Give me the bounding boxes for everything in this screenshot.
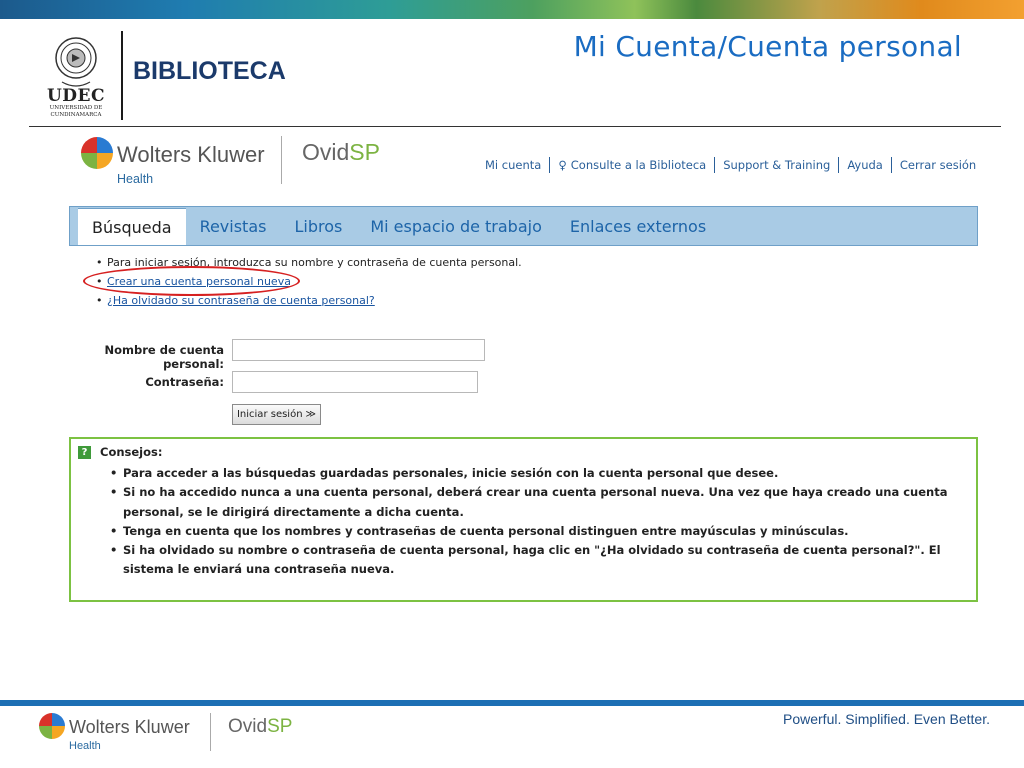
ask-librarian-icon: ♀	[558, 158, 567, 172]
tab-mi-espacio-de-trabajo[interactable]: Mi espacio de trabajo	[356, 208, 556, 245]
tip-item: Si ha olvidado su nombre o contraseña de…	[110, 541, 963, 580]
link-ayuda[interactable]: Ayuda	[839, 158, 891, 172]
link-consulte-biblioteca[interactable]: ♀ Consulte a la Biblioteca	[550, 158, 714, 172]
udec-subtitle: UNIVERSIDAD DE CUNDINAMARCA	[49, 105, 103, 118]
header-divider	[29, 126, 1001, 127]
link-support-training[interactable]: Support & Training	[715, 158, 838, 172]
footer-brand-separator	[210, 713, 211, 751]
footer-wolters-kluwer-health: Health	[69, 740, 101, 752]
forgot-password-link[interactable]: ¿Ha olvidado su contraseña de cuenta per…	[107, 294, 375, 307]
footer-bar	[0, 700, 1024, 706]
account-name-input[interactable]	[232, 339, 485, 361]
wolters-kluwer-name: Wolters Kluwer	[117, 142, 265, 167]
highlight-circle	[83, 266, 300, 296]
tab-busqueda[interactable]: Búsqueda	[78, 208, 186, 245]
tip-item: Tenga en cuenta que los nombres y contra…	[110, 522, 963, 542]
tips-title: Consejos:	[100, 445, 163, 459]
footer-tagline: Powerful. Simplified. Even Better.	[783, 711, 990, 727]
logo-divider	[121, 31, 123, 120]
wolters-kluwer-health: Health	[117, 172, 154, 186]
brand-separator	[281, 136, 282, 184]
ovidsp-logo: OvidSP	[302, 139, 380, 165]
udec-name: UDEC	[46, 86, 106, 106]
tips-box: ? Consejos: Para acceder a las búsquedas…	[69, 437, 978, 602]
footer-wolters-kluwer-logo: Wolters Kluwer Health	[39, 713, 190, 752]
footer-wolters-kluwer-name: Wolters Kluwer	[69, 717, 190, 737]
login-button[interactable]: Iniciar sesión ≫	[232, 404, 321, 425]
tip-item: Si no ha accedido nunca a una cuenta per…	[110, 483, 963, 522]
tips-list: Para acceder a las búsquedas guardadas p…	[110, 464, 963, 580]
tab-libros[interactable]: Libros	[280, 208, 356, 245]
double-arrow-icon: ≫	[305, 409, 317, 420]
password-label: Contraseña:	[145, 375, 224, 389]
tip-item: Para acceder a las búsquedas guardadas p…	[110, 464, 963, 484]
tab-revistas[interactable]: Revistas	[186, 208, 281, 245]
login-button-label: Iniciar sesión	[236, 409, 303, 420]
tab-enlaces-externos[interactable]: Enlaces externos	[556, 208, 720, 245]
wolters-kluwer-logo: Wolters Kluwer Health	[81, 137, 265, 185]
utility-links: Mi cuenta ♀ Consulte a la Biblioteca Supp…	[485, 157, 984, 173]
help-icon: ?	[78, 446, 91, 459]
header-color-band	[0, 0, 1024, 19]
link-mi-cuenta[interactable]: Mi cuenta	[485, 158, 549, 172]
main-nav: Búsqueda Revistas Libros Mi espacio de t…	[69, 206, 978, 246]
library-label: BIBLIOTECA	[133, 57, 286, 85]
link-cerrar-sesion[interactable]: Cerrar sesión	[892, 158, 984, 172]
wolters-kluwer-ball-icon	[81, 137, 113, 169]
password-input[interactable]	[232, 371, 478, 393]
footer-ovidsp-logo: OvidSP	[228, 716, 293, 737]
account-name-label: Nombre de cuenta personal:	[104, 343, 225, 371]
wolters-kluwer-ball-icon	[39, 713, 65, 739]
slide-title: Mi Cuenta/Cuenta personal	[573, 30, 962, 63]
